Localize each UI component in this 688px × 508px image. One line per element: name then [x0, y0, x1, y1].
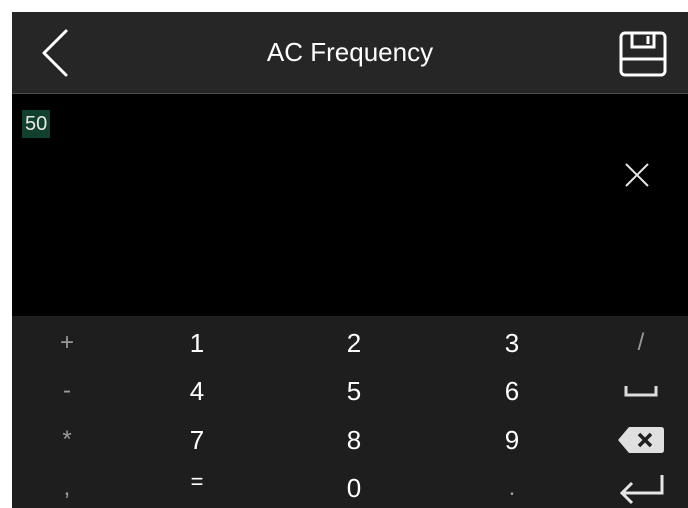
key-4[interactable]: 4 — [137, 369, 257, 413]
keypad: + 1 2 3 / - 4 5 6 * 7 8 9 , = 0 . — [12, 316, 688, 508]
back-button[interactable] — [32, 26, 78, 80]
key-2[interactable]: 2 — [294, 321, 414, 365]
key-enter[interactable] — [611, 466, 671, 508]
clear-button[interactable] — [618, 156, 656, 194]
backspace-icon — [618, 427, 664, 453]
key-multiply[interactable]: * — [12, 418, 127, 462]
key-equals[interactable]: = — [137, 460, 257, 504]
floppy-disk-icon — [619, 31, 667, 77]
key-9[interactable]: 9 — [452, 418, 572, 462]
key-comma[interactable]: , — [12, 466, 127, 508]
save-button[interactable] — [616, 28, 670, 80]
key-minus[interactable]: - — [12, 369, 127, 413]
page-title: AC Frequency — [266, 37, 434, 67]
key-backspace[interactable] — [611, 418, 671, 462]
space-bar-icon — [624, 386, 658, 397]
key-3[interactable]: 3 — [452, 321, 572, 365]
key-plus[interactable]: + — [12, 321, 127, 365]
key-dot[interactable]: . — [452, 466, 572, 508]
value-input[interactable]: 50 — [22, 110, 51, 138]
enter-icon — [619, 475, 664, 505]
key-5[interactable]: 5 — [294, 369, 414, 413]
key-space[interactable] — [611, 369, 671, 413]
key-8[interactable]: 8 — [294, 418, 414, 462]
key-0[interactable]: 0 — [294, 466, 414, 508]
chevron-left-icon — [42, 29, 68, 77]
close-icon — [625, 163, 649, 187]
key-slash[interactable]: / — [581, 321, 688, 365]
key-7[interactable]: 7 — [137, 418, 257, 462]
top-bar: AC Frequency — [12, 12, 688, 94]
key-1[interactable]: 1 — [137, 321, 257, 365]
app-screen: AC Frequency 50 + 1 2 3 / - 4 5 6 * 7 8 … — [12, 12, 688, 508]
key-6[interactable]: 6 — [452, 369, 572, 413]
input-area[interactable]: 50 — [12, 94, 688, 316]
